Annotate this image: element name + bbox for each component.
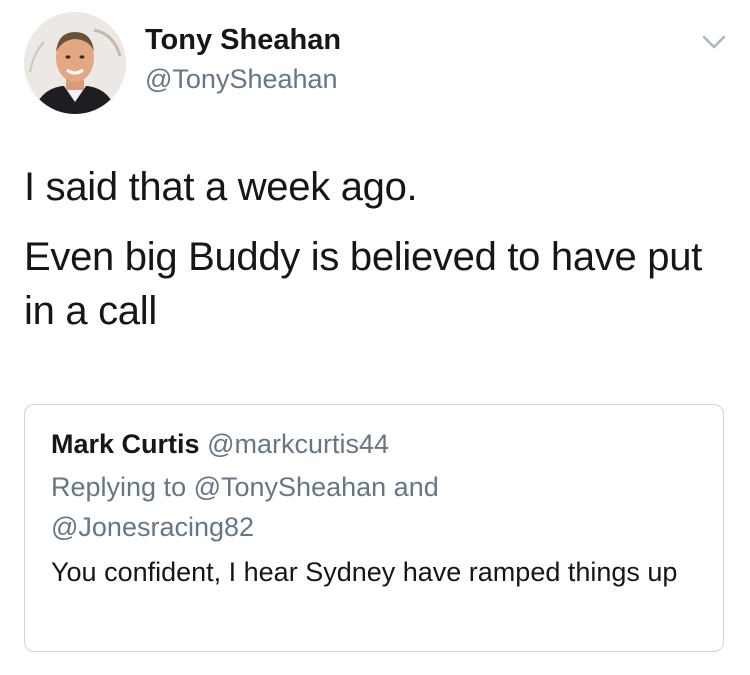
- tweet-paragraph: Even big Buddy is believed to have put i…: [24, 235, 702, 333]
- tweet-paragraph: I said that a week ago.: [24, 165, 418, 209]
- quoted-tweet-header: Mark Curtis @markcurtis44: [51, 425, 697, 463]
- quoted-tweet-text: You confident, I hear Sydney have ramped…: [51, 557, 678, 587]
- replying-to-line: Replying to @TonySheahan and @Jonesracin…: [51, 467, 697, 547]
- author-display-name[interactable]: Tony Sheahan: [145, 22, 341, 58]
- quoted-author-name: Mark Curtis: [51, 429, 200, 459]
- reply-conjunction: and: [393, 472, 439, 502]
- quoted-tweet[interactable]: Mark Curtis @markcurtis44 Replying to @T…: [24, 404, 724, 652]
- reply-mention[interactable]: @TonySheahan: [194, 472, 387, 502]
- reply-mention[interactable]: @Jonesracing82: [51, 512, 254, 542]
- tweet-text: I said that a week ago. Even big Buddy i…: [24, 160, 724, 354]
- quoted-author-handle: @markcurtis44: [207, 429, 390, 459]
- chevron-down-icon[interactable]: [700, 32, 728, 52]
- replying-to-label: Replying to: [51, 472, 187, 502]
- avatar-image: [24, 12, 126, 114]
- author-handle[interactable]: @TonySheahan: [145, 62, 338, 96]
- author-avatar[interactable]: [24, 12, 126, 114]
